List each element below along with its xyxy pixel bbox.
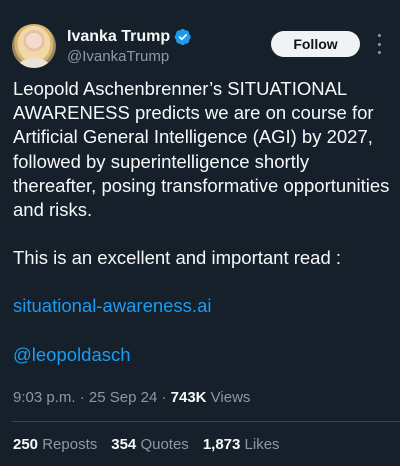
more-dot	[377, 42, 381, 46]
meta-separator: ·	[79, 389, 85, 406]
author-name-row[interactable]: Ivanka Trump	[67, 28, 192, 46]
more-dot	[377, 51, 381, 54]
avatar[interactable]	[12, 24, 56, 68]
engagement-stats: 250 Reposts 354 Quotes 1,873 Likes	[13, 436, 280, 453]
quotes-count: 354	[111, 436, 137, 453]
likes-count: 1,873	[202, 436, 241, 453]
tweet-header: Ivanka Trump @IvankaTrump Follow	[0, 0, 400, 76]
mention-link[interactable]: @leopoldasch	[13, 343, 131, 367]
avatar-image-detail	[18, 58, 50, 68]
more-options-icon[interactable]	[372, 34, 386, 54]
follow-button[interactable]: Follow	[271, 31, 360, 57]
reposts-stat[interactable]: 250 Reposts	[13, 436, 97, 453]
views-count: 743K	[170, 389, 207, 406]
tweet-paragraph: This is an excellent and important read …	[13, 247, 342, 269]
tweet-date[interactable]: 25 Sep 24	[89, 389, 157, 406]
external-link[interactable]: situational-awareness.ai	[13, 294, 211, 318]
author-name[interactable]: Ivanka Trump	[67, 28, 170, 46]
meta-separator: ·	[161, 389, 167, 406]
verified-badge-icon	[174, 28, 191, 46]
views-label: Views	[210, 389, 251, 406]
divider	[12, 421, 400, 422]
quotes-stat[interactable]: 354 Quotes	[111, 436, 189, 453]
tweet-meta: 9:03 p.m. · 25 Sep 24 · 743K Views	[13, 389, 250, 406]
reposts-count: 250	[13, 436, 39, 453]
likes-stat[interactable]: 1,873 Likes	[203, 436, 280, 453]
tweet-text: Leopold Aschenbrenner’s SITUATIONAL AWAR…	[13, 77, 393, 367]
more-dot	[377, 34, 381, 37]
author-handle[interactable]: @IvankaTrump	[67, 48, 169, 65]
tweet-time[interactable]: 9:03 p.m.	[13, 389, 76, 406]
quotes-label: Quotes	[140, 436, 189, 453]
reposts-label: Reposts	[42, 436, 98, 453]
tweet-paragraph: Leopold Aschenbrenner’s SITUATIONAL AWAR…	[13, 78, 390, 221]
likes-label: Likes	[244, 436, 280, 453]
